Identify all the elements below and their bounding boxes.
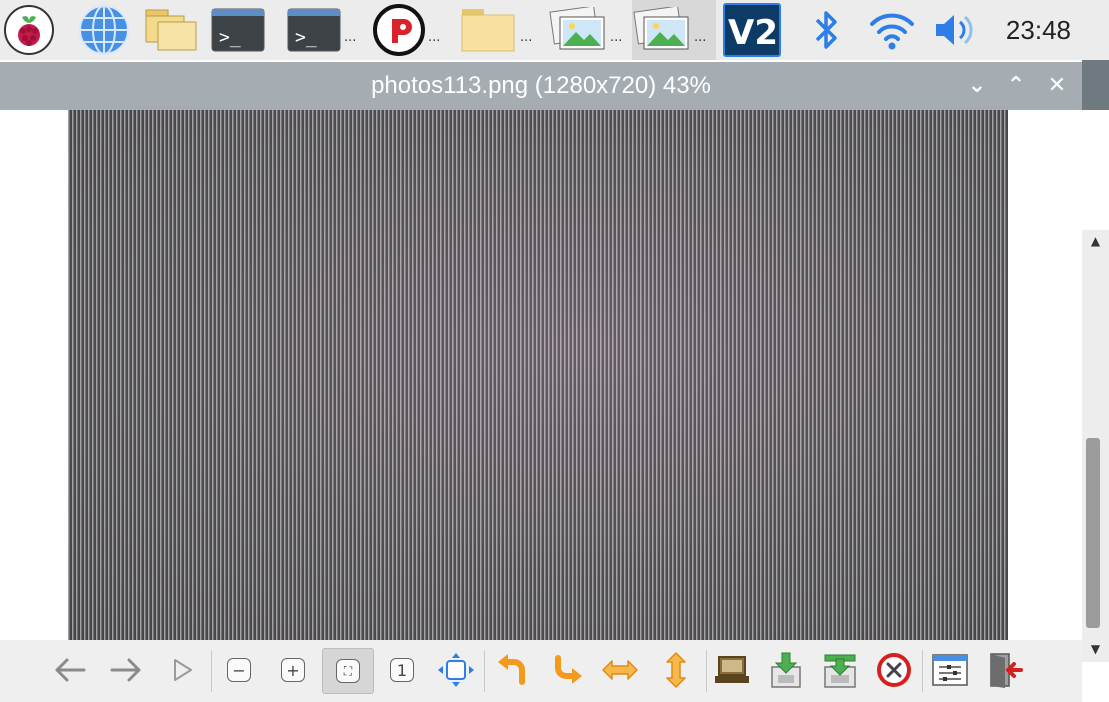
scroll-up-arrow-icon[interactable]: ▲ bbox=[1082, 230, 1109, 252]
slideshow-button[interactable] bbox=[162, 648, 202, 692]
image-icon bbox=[633, 7, 689, 50]
folder-icon bbox=[145, 9, 197, 51]
scrollbar-thumb[interactable] bbox=[1086, 438, 1100, 628]
displayed-photo bbox=[68, 110, 1008, 640]
volume-icon bbox=[936, 15, 973, 45]
save-as-button[interactable] bbox=[820, 648, 860, 692]
maximize-button[interactable]: ⌃ bbox=[1001, 62, 1031, 110]
window-button-ellipsis: ... bbox=[428, 29, 441, 45]
taskbar: >_ >_ ... ... ... ... ... V2 23:48 bbox=[0, 0, 1109, 60]
flip-vertical-icon bbox=[666, 652, 686, 688]
save-file-button[interactable] bbox=[766, 648, 806, 692]
terminal-button[interactable]: >_ bbox=[210, 0, 268, 60]
window-button-ellipsis: ... bbox=[520, 29, 533, 45]
wifi-icon bbox=[870, 13, 914, 50]
image-icon bbox=[549, 7, 605, 50]
preferences-icon bbox=[932, 654, 968, 686]
previous-image-button[interactable] bbox=[50, 648, 90, 692]
image-viewer-window-button-active[interactable]: ... bbox=[632, 0, 716, 60]
rotate-clockwise-button[interactable] bbox=[548, 648, 588, 692]
vnc-icon: V2 bbox=[723, 3, 781, 57]
raspberry-menu-icon bbox=[4, 5, 54, 55]
folder-window-button[interactable]: ... bbox=[458, 0, 540, 60]
red-app-icon bbox=[373, 4, 425, 56]
save-as-icon bbox=[824, 654, 856, 688]
bluetooth-icon bbox=[815, 11, 837, 49]
rotate-counterclockwise-button[interactable] bbox=[492, 648, 532, 692]
raspberry-menu-button[interactable] bbox=[4, 0, 60, 60]
bluetooth-button[interactable] bbox=[804, 0, 848, 60]
zoom-in-button[interactable]: + bbox=[273, 648, 313, 692]
zoom-fit-icon: ⛶ bbox=[336, 659, 360, 683]
preferences-button[interactable] bbox=[930, 648, 970, 692]
zoom-fit-button[interactable]: ⛶ bbox=[322, 648, 374, 694]
flip-horizontal-icon bbox=[602, 660, 638, 680]
svg-text:>_: >_ bbox=[295, 27, 317, 48]
play-icon bbox=[174, 659, 192, 681]
quit-button[interactable] bbox=[984, 648, 1024, 692]
open-file-button[interactable] bbox=[712, 648, 752, 692]
toolbar-separator bbox=[922, 650, 923, 692]
rotate-left-icon bbox=[498, 654, 525, 685]
folder-icon bbox=[461, 9, 515, 52]
delete-file-button[interactable] bbox=[874, 648, 914, 692]
flip-vertical-button[interactable] bbox=[656, 648, 696, 692]
toolbar-separator bbox=[484, 650, 485, 692]
clock[interactable]: 23:48 bbox=[1006, 0, 1071, 60]
zoom-original-button[interactable]: 1 bbox=[382, 648, 422, 692]
web-browser-button[interactable] bbox=[78, 0, 134, 60]
svg-text:>_: >_ bbox=[219, 27, 241, 48]
fullscreen-button[interactable] bbox=[436, 648, 476, 692]
next-image-button[interactable] bbox=[106, 648, 146, 692]
vertical-scrollbar[interactable]: ▲ ▼ bbox=[1082, 230, 1109, 662]
rotate-right-icon bbox=[555, 655, 582, 684]
desktop-background-strip bbox=[1082, 60, 1109, 110]
image-viewer-toolbar: − + ⛶ 1 bbox=[0, 640, 1082, 702]
window-button-ellipsis: ... bbox=[694, 29, 707, 45]
terminal-window-button[interactable]: >_ ... bbox=[286, 0, 364, 60]
app-window-button[interactable]: ... bbox=[372, 0, 450, 60]
minimize-button[interactable]: ⌄ bbox=[962, 62, 992, 110]
terminal-icon: >_ bbox=[211, 8, 265, 52]
save-download-icon bbox=[771, 652, 801, 688]
terminal-icon: >_ bbox=[287, 8, 341, 52]
arrow-left-icon bbox=[55, 658, 86, 682]
arrow-right-icon bbox=[110, 658, 141, 682]
image-canvas[interactable] bbox=[0, 110, 1082, 640]
image-viewer-window-button[interactable]: ... bbox=[548, 0, 630, 60]
computer-icon bbox=[715, 656, 749, 683]
zoom-out-icon: − bbox=[227, 658, 251, 682]
scroll-down-arrow-icon[interactable]: ▼ bbox=[1082, 638, 1109, 660]
vnc-button[interactable]: V2 bbox=[722, 0, 784, 60]
window-title: photos113.png (1280x720) 43% bbox=[371, 72, 711, 99]
toolbar-separator bbox=[211, 650, 212, 692]
vnc-logo-text: V2 bbox=[728, 13, 778, 53]
zoom-original-icon: 1 bbox=[390, 658, 414, 682]
close-button[interactable]: ✕ bbox=[1042, 62, 1072, 110]
window-button-ellipsis: ... bbox=[344, 29, 357, 45]
delete-icon bbox=[877, 653, 911, 687]
file-manager-button[interactable] bbox=[142, 0, 202, 60]
window-titlebar[interactable]: photos113.png (1280x720) 43% ⌄ ⌃ ✕ bbox=[0, 62, 1082, 110]
zoom-out-button[interactable]: − bbox=[219, 648, 259, 692]
volume-button[interactable] bbox=[928, 0, 980, 60]
flip-horizontal-button[interactable] bbox=[600, 648, 640, 692]
window-button-ellipsis: ... bbox=[610, 29, 623, 45]
wifi-button[interactable] bbox=[864, 0, 920, 60]
zoom-in-icon: + bbox=[281, 658, 305, 682]
exit-door-icon bbox=[990, 653, 1023, 688]
globe-icon bbox=[79, 5, 129, 55]
fullscreen-icon bbox=[438, 653, 474, 687]
toolbar-separator bbox=[706, 650, 707, 692]
